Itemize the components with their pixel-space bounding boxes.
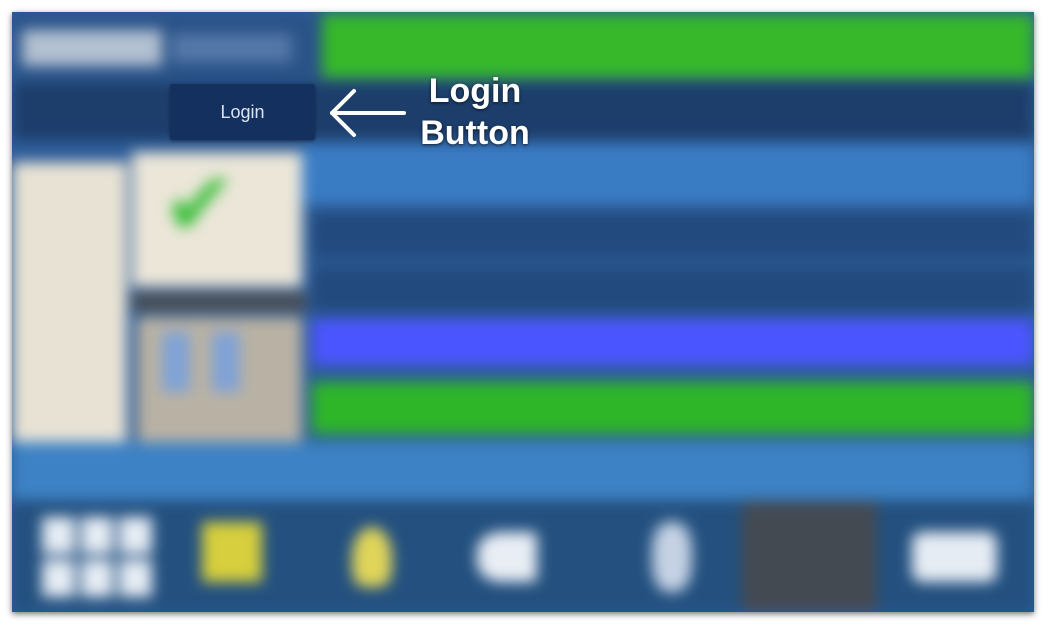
info-row-name [312, 212, 1034, 258]
illustration-band [132, 292, 307, 312]
floor-plan-icon[interactable] [202, 522, 262, 582]
truck-icon[interactable] [912, 532, 997, 582]
status-illustration: ✔ [12, 152, 312, 492]
illustration-window [212, 332, 240, 392]
logo [22, 30, 162, 66]
annotation-label: Login Button [412, 70, 538, 154]
annotation-line-2: Button [420, 114, 530, 152]
person-icon[interactable] [652, 522, 692, 592]
bottom-glow [12, 442, 1034, 502]
illustration-window [162, 332, 190, 392]
status-banner [322, 14, 1034, 78]
info-row-online [312, 382, 1034, 434]
nav-tab-3 [852, 96, 1002, 126]
login-button[interactable]: Login [170, 84, 315, 140]
pump-icon[interactable] [477, 532, 537, 582]
logo-subtext [172, 34, 292, 62]
screen-icon[interactable] [742, 502, 877, 612]
info-row-pin [312, 266, 1034, 312]
nav-tab-1 [32, 96, 182, 126]
light-bulb-icon[interactable] [352, 527, 392, 587]
info-row-status [312, 319, 1034, 365]
nav-tab-2 [652, 96, 802, 126]
grid-menu-icon[interactable] [42, 517, 152, 597]
checkmark-icon: ✔ [162, 155, 238, 255]
annotation-line-1: Login [428, 72, 522, 110]
logo-area [12, 12, 322, 78]
arrow-left-icon [330, 89, 406, 137]
